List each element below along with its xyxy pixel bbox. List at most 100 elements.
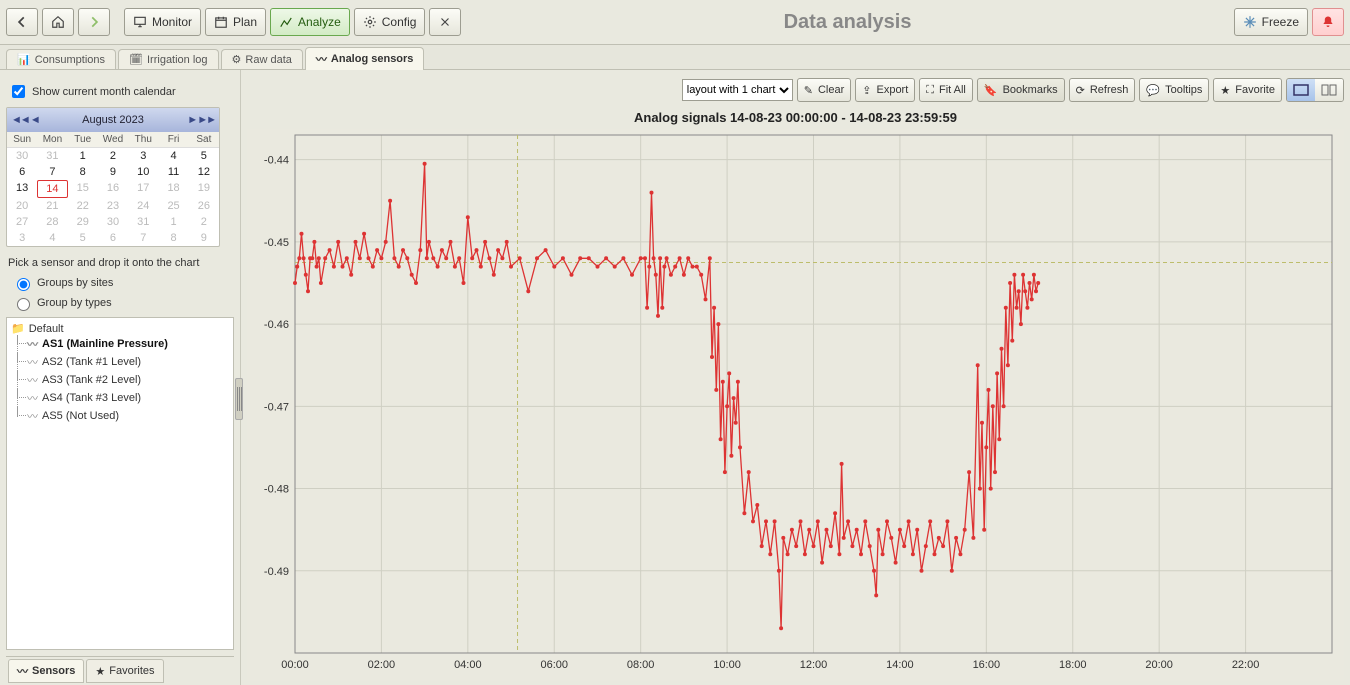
back-button[interactable] xyxy=(6,8,38,36)
cal-day[interactable]: 24 xyxy=(128,198,158,214)
layout-select[interactable]: layout with 1 chart xyxy=(682,79,793,101)
tab-analog[interactable]: 〰Analog sensors xyxy=(305,47,425,70)
chart-area[interactable]: 00:0002:0004:0006:0008:0010:0012:0014:00… xyxy=(247,129,1344,681)
sidebar-tab-sensors[interactable]: 〰Sensors xyxy=(8,659,84,683)
cal-day[interactable]: 5 xyxy=(189,148,219,164)
cal-day[interactable]: 23 xyxy=(98,198,128,214)
tab-irrigation[interactable]: 🗓Irrigation log xyxy=(118,49,219,69)
cal-next[interactable]: ► ►► xyxy=(187,114,215,126)
tools-button[interactable] xyxy=(429,8,461,36)
cal-day[interactable]: 31 xyxy=(128,214,158,230)
cal-day[interactable]: 1 xyxy=(68,148,98,164)
group-by-sites-radio[interactable]: Groups by sites xyxy=(12,275,228,291)
cal-day[interactable]: 28 xyxy=(37,214,67,230)
cal-day[interactable]: 11 xyxy=(158,164,188,180)
config-button[interactable]: Config xyxy=(354,8,426,36)
cal-day[interactable]: 12 xyxy=(189,164,219,180)
show-calendar-checkbox[interactable]: Show current month calendar xyxy=(8,82,232,101)
forward-button[interactable] xyxy=(78,8,110,36)
star-icon: ★ xyxy=(1220,84,1230,97)
analyze-button[interactable]: Analyze xyxy=(270,8,350,36)
cal-day[interactable]: 20 xyxy=(7,198,37,214)
cal-day[interactable]: 7 xyxy=(128,230,158,246)
cal-day[interactable]: 4 xyxy=(158,148,188,164)
cal-day[interactable]: 31 xyxy=(37,148,67,164)
cal-dow: Mon xyxy=(37,132,67,148)
cal-day[interactable]: 5 xyxy=(68,230,98,246)
clear-button[interactable]: ✎Clear xyxy=(797,78,852,102)
svg-text:02:00: 02:00 xyxy=(368,659,396,671)
cal-day[interactable]: 16 xyxy=(98,180,128,196)
tree-folder[interactable]: 📁Default xyxy=(11,322,229,335)
tooltips-button[interactable]: 💬Tooltips xyxy=(1139,78,1209,102)
cal-day[interactable]: 1 xyxy=(158,214,188,230)
splitter-handle[interactable] xyxy=(235,378,243,420)
plan-button[interactable]: Plan xyxy=(205,8,266,36)
svg-text:18:00: 18:00 xyxy=(1059,659,1087,671)
cal-day[interactable]: 14 xyxy=(37,180,67,198)
export-button[interactable]: ⇪Export xyxy=(855,78,915,102)
view-single-button[interactable] xyxy=(1287,79,1315,101)
freeze-button[interactable]: Freeze xyxy=(1234,8,1308,36)
cal-day[interactable]: 2 xyxy=(98,148,128,164)
cal-day[interactable]: 2 xyxy=(189,214,219,230)
refresh-button[interactable]: ⟳Refresh xyxy=(1069,78,1136,102)
cal-day[interactable]: 6 xyxy=(98,230,128,246)
cal-day[interactable]: 9 xyxy=(98,164,128,180)
cal-prev[interactable]: ◄◄ ◄ xyxy=(11,114,39,126)
show-calendar-input[interactable] xyxy=(12,85,25,98)
cal-day[interactable]: 25 xyxy=(158,198,188,214)
cal-day[interactable]: 21 xyxy=(37,198,67,214)
svg-text:-0.47: -0.47 xyxy=(264,401,289,413)
cal-day[interactable]: 26 xyxy=(189,198,219,214)
cal-day[interactable]: 19 xyxy=(189,180,219,196)
cal-day[interactable]: 8 xyxy=(68,164,98,180)
top-toolbar: Monitor Plan Analyze Config Data analysi… xyxy=(0,0,1350,45)
sensor-item[interactable]: 〰AS4 (Tank #3 Level) xyxy=(11,389,229,407)
monitor-button[interactable]: Monitor xyxy=(124,8,201,36)
analyze-label: Analyze xyxy=(298,15,341,29)
cal-dow: Fri xyxy=(158,132,188,148)
home-button[interactable] xyxy=(42,8,74,36)
sidebar-tab-favorites[interactable]: ★Favorites xyxy=(86,659,163,683)
group-by-types-radio[interactable]: Group by types xyxy=(12,295,228,311)
subtab-bar: 📊Consumptions🗓Irrigation log⚙Raw data〰An… xyxy=(0,45,1350,70)
svg-text:-0.46: -0.46 xyxy=(264,319,289,331)
svg-text:04:00: 04:00 xyxy=(454,659,482,671)
cal-day[interactable]: 6 xyxy=(7,164,37,180)
favorite-button[interactable]: ★Favorite xyxy=(1213,78,1282,102)
cal-dow: Tue xyxy=(68,132,98,148)
sensor-item[interactable]: 〰AS5 (Not Used) xyxy=(11,407,229,425)
sensor-item[interactable]: 〰AS3 (Tank #2 Level) xyxy=(11,371,229,389)
bell-button[interactable] xyxy=(1312,8,1344,36)
chart-toolbar: layout with 1 chart ✎Clear ⇪Export ⛶Fit … xyxy=(247,78,1344,102)
bookmarks-button[interactable]: 🔖Bookmarks xyxy=(977,78,1065,102)
svg-text:10:00: 10:00 xyxy=(713,659,741,671)
sensor-item[interactable]: 〰AS1 (Mainline Pressure) xyxy=(11,335,229,353)
cal-day[interactable]: 10 xyxy=(128,164,158,180)
cal-day[interactable]: 30 xyxy=(7,148,37,164)
tab-raw[interactable]: ⚙Raw data xyxy=(221,49,303,69)
view-split-button[interactable] xyxy=(1315,79,1343,101)
cal-day[interactable]: 30 xyxy=(98,214,128,230)
cal-day[interactable]: 17 xyxy=(128,180,158,196)
cal-day[interactable]: 18 xyxy=(158,180,188,196)
consumptions-icon: 📊 xyxy=(17,53,31,66)
cal-day[interactable]: 29 xyxy=(68,214,98,230)
cal-day[interactable]: 3 xyxy=(7,230,37,246)
cal-day[interactable]: 22 xyxy=(68,198,98,214)
sensor-item[interactable]: 〰AS2 (Tank #1 Level) xyxy=(11,353,229,371)
svg-text:06:00: 06:00 xyxy=(540,659,568,671)
calendar-title: August 2023 xyxy=(82,114,144,126)
cal-day[interactable]: 13 xyxy=(7,180,37,196)
cal-day[interactable]: 3 xyxy=(128,148,158,164)
fit-all-button[interactable]: ⛶Fit All xyxy=(919,78,973,102)
cal-day[interactable]: 9 xyxy=(189,230,219,246)
cal-day[interactable]: 27 xyxy=(7,214,37,230)
cal-day[interactable]: 7 xyxy=(37,164,67,180)
cal-day[interactable]: 8 xyxy=(158,230,188,246)
bookmark-icon: 🔖 xyxy=(984,84,998,97)
cal-day[interactable]: 4 xyxy=(37,230,67,246)
cal-day[interactable]: 15 xyxy=(68,180,98,196)
tab-consumptions[interactable]: 📊Consumptions xyxy=(6,49,116,69)
